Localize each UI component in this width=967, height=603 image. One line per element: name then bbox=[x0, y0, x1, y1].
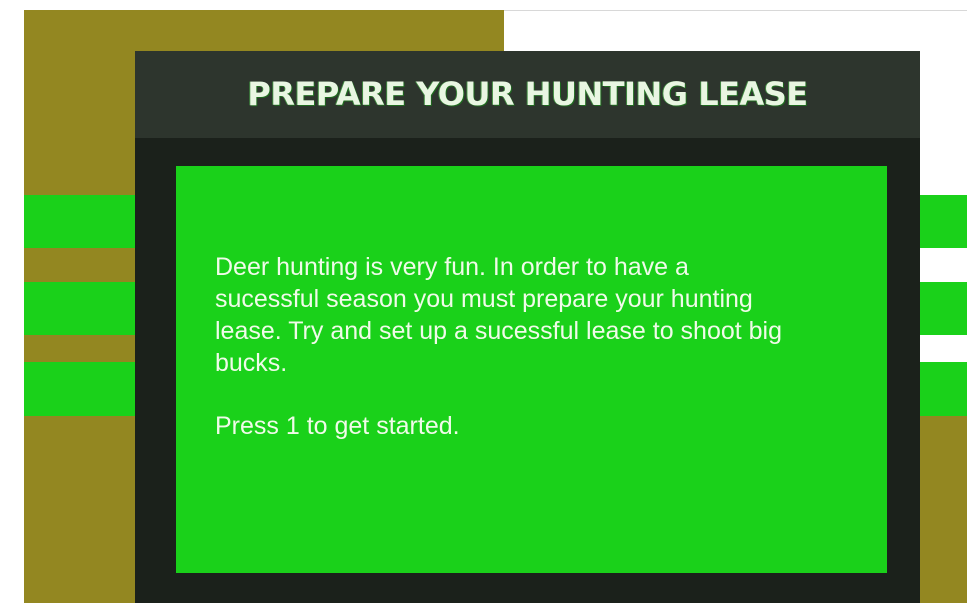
top-divider-line bbox=[504, 10, 967, 11]
intro-text: Deer hunting is very fun. In order to ha… bbox=[215, 253, 783, 377]
message-box: Deer hunting is very fun. In order to ha… bbox=[176, 166, 887, 573]
game-title: PREPARE YOUR HUNTING LEASE bbox=[247, 75, 808, 113]
intro-panel: PREPARE YOUR HUNTING LEASE Deer hunting … bbox=[135, 51, 920, 603]
start-prompt: Press 1 to get started. bbox=[215, 412, 460, 440]
panel-header: PREPARE YOUR HUNTING LEASE bbox=[135, 51, 920, 138]
